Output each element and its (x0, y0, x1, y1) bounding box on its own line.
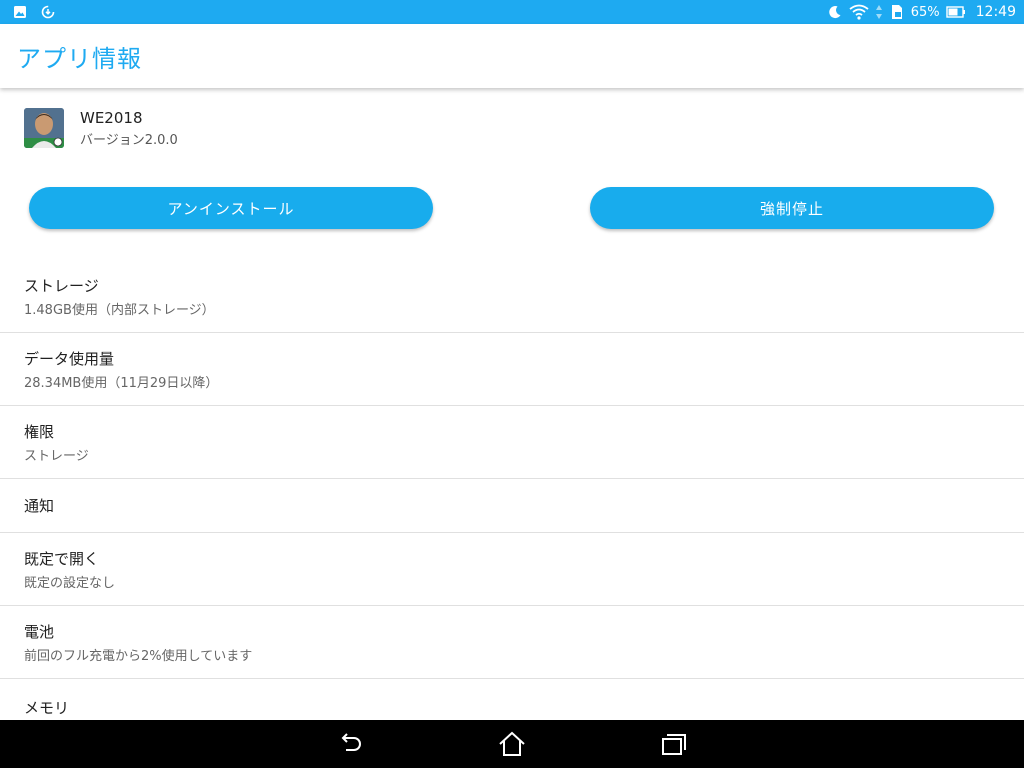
item-subtitle: ストレージ (24, 448, 89, 464)
uninstall-button[interactable]: アンインストール (29, 187, 433, 229)
navigation-bar (0, 720, 1024, 768)
item-title: 電池 (24, 622, 55, 641)
status-bar-left (0, 4, 56, 20)
status-bar-right: 65% 12:49 (827, 4, 1024, 20)
signal-arrows-icon (875, 4, 883, 20)
list-item-open-by-default[interactable]: 既定で開く 既定の設定なし (0, 533, 1024, 606)
app-bar: アプリ情報 (0, 24, 1024, 88)
back-icon[interactable] (336, 730, 366, 758)
item-subtitle: 既定の設定なし (24, 575, 116, 591)
image-notification-icon (12, 4, 28, 20)
recent-apps-icon[interactable] (659, 730, 689, 758)
app-name: WE2018 (80, 108, 143, 127)
page-title: アプリ情報 (17, 44, 142, 73)
item-title: ストレージ (24, 276, 99, 295)
app-meta: WE2018 バージョン2.0.0 (80, 109, 178, 148)
home-icon[interactable] (497, 730, 527, 758)
battery-percent: 65% (910, 4, 940, 20)
clock: 12:49 (975, 4, 1016, 20)
wifi-icon (849, 4, 869, 20)
item-subtitle: 28.34MB使用（11月29日以降） (24, 375, 219, 391)
item-title: 権限 (24, 422, 55, 441)
list-item-memory[interactable]: メモリ (0, 679, 1024, 719)
battery-icon (945, 4, 966, 20)
app-summary: WE2018 バージョン2.0.0 (24, 108, 178, 148)
sim-card-icon (889, 4, 905, 20)
download-notification-icon (40, 4, 56, 20)
item-title: データ使用量 (24, 349, 115, 368)
list-item-permissions[interactable]: 権限 ストレージ (0, 406, 1024, 479)
list-item-battery[interactable]: 電池 前回のフル充電から2%使用しています (0, 606, 1024, 679)
app-version: バージョン2.0.0 (80, 132, 178, 148)
status-bar: 65% 12:49 (0, 0, 1024, 24)
list-item-notifications[interactable]: 通知 (0, 479, 1024, 533)
list-item-data-usage[interactable]: データ使用量 28.34MB使用（11月29日以降） (0, 333, 1024, 406)
item-subtitle: 1.48GB使用（内部ストレージ） (24, 302, 215, 318)
item-title: 通知 (24, 497, 55, 515)
item-title: メモリ (24, 699, 70, 717)
do-not-disturb-moon-icon (827, 4, 843, 20)
list-item-storage[interactable]: ストレージ 1.48GB使用（内部ストレージ） (0, 260, 1024, 333)
settings-list: ストレージ 1.48GB使用（内部ストレージ） データ使用量 28.34MB使用… (0, 260, 1024, 719)
item-subtitle: 前回のフル充電から2%使用しています (24, 648, 253, 664)
force-stop-button[interactable]: 強制停止 (590, 187, 994, 229)
item-title: 既定で開く (24, 549, 100, 568)
app-icon (24, 108, 64, 148)
